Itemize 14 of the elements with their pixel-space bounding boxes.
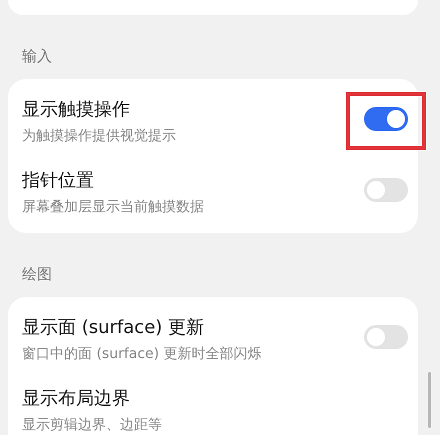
setting-title: 显示面 (surface) 更新: [22, 316, 206, 338]
toggle-switch[interactable]: [364, 106, 408, 130]
setting-title: 指针位置: [22, 168, 95, 192]
setting-description: 窗口中的面 (surface) 更新时全部闪烁: [22, 344, 262, 362]
section-header: 输入: [21, 46, 53, 67]
setting-title: 显示触摸操作: [22, 98, 131, 120]
section-header: 绘图: [21, 264, 53, 285]
toggle-switch[interactable]: [364, 178, 408, 202]
setting-description: 为触摸操作提供视觉提示: [22, 126, 176, 144]
setting-description: 显示剪辑边界、边距等: [22, 416, 162, 434]
setting-title: 显示布局边界: [22, 386, 131, 410]
scrollbar: [428, 372, 431, 428]
setting-description: 屏幕叠加层显示当前触摸数据: [22, 198, 204, 216]
toggle-switch[interactable]: [364, 324, 408, 348]
